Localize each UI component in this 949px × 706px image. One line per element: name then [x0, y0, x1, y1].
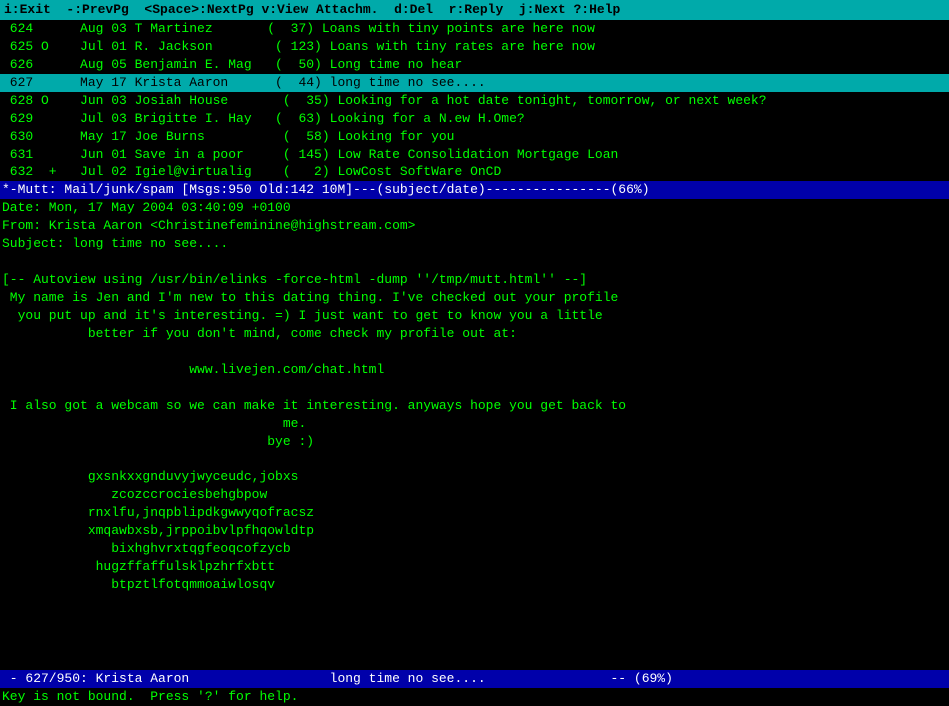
email-body-line11: gxsnkxxgnduvyjwyceudc,jobxs — [0, 468, 949, 486]
email-list: 624 Aug 03 T Martinez ( 37) Loans with t… — [0, 20, 949, 181]
email-body-line13: rnxlfu,jnqpblipdkgwwyqofracsz — [0, 504, 949, 522]
email-body-line7: I also got a webcam so we can make it in… — [0, 397, 949, 415]
email-body-line12: zcozccrociesbehgbpow — [0, 486, 949, 504]
autoview-line: [-- Autoview using /usr/bin/elinks -forc… — [0, 271, 949, 289]
email-row-627[interactable]: 627 May 17 Krista Aaron ( 44) long time … — [0, 74, 949, 92]
email-body-line6 — [0, 379, 949, 397]
email-body-line16: hugzffaffulsklpzhrfxbtt — [0, 558, 949, 576]
email-body-line10 — [0, 450, 949, 468]
email-date: Date: Mon, 17 May 2004 03:40:09 +0100 — [0, 199, 949, 217]
email-row-630[interactable]: 630 May 17 Joe Burns ( 58) Looking for y… — [0, 128, 949, 146]
email-row-629[interactable]: 629 Jul 03 Brigitte I. Hay ( 63) Looking… — [0, 110, 949, 128]
bottom-status-bar: - 627/950: Krista Aaron long time no see… — [0, 670, 949, 688]
email-row-628[interactable]: 628 O Jun 03 Josiah House ( 35) Looking … — [0, 92, 949, 110]
email-body-line4 — [0, 343, 949, 361]
email-body-line8: me. — [0, 415, 949, 433]
email-from: From: Krista Aaron <Christinefeminine@hi… — [0, 217, 949, 235]
email-blank — [0, 253, 949, 271]
bottom-help: Key is not bound. Press '?' for help. — [0, 688, 949, 706]
top-bar: i:Exit -:PrevPg <Space>:NextPg v:View At… — [0, 0, 949, 20]
email-body-line17: btpztlfotqmmoaiwlosqv — [0, 576, 949, 594]
email-body-line9: bye :) — [0, 433, 949, 451]
terminal: i:Exit -:PrevPg <Space>:NextPg v:View At… — [0, 0, 949, 706]
email-body-line5: www.livejen.com/chat.html — [0, 361, 949, 379]
email-body-line2: you put up and it's interesting. =) I ju… — [0, 307, 949, 325]
email-body-line14: xmqawbxsb,jrppoibvlpfhqowldtp — [0, 522, 949, 540]
email-body-line15: bixhghvrxtqgfeoqcofzycb — [0, 540, 949, 558]
email-body-line3: better if you don't mind, come check my … — [0, 325, 949, 343]
mutt-status-bar: *-Mutt: Mail/junk/spam [Msgs:950 Old:142… — [0, 181, 949, 199]
email-row-626[interactable]: 626 Aug 05 Benjamin E. Mag ( 50) Long ti… — [0, 56, 949, 74]
email-row-632[interactable]: 632 + Jul 02 Igiel@virtualig ( 2) LowCos… — [0, 163, 949, 181]
email-row-631[interactable]: 631 Jun 01 Save in a poor ( 145) Low Rat… — [0, 146, 949, 164]
email-row-625[interactable]: 625 O Jul 01 R. Jackson ( 123) Loans wit… — [0, 38, 949, 56]
email-row-624[interactable]: 624 Aug 03 T Martinez ( 37) Loans with t… — [0, 20, 949, 38]
email-body-line1: My name is Jen and I'm new to this datin… — [0, 289, 949, 307]
email-subject: Subject: long time no see.... — [0, 235, 949, 253]
